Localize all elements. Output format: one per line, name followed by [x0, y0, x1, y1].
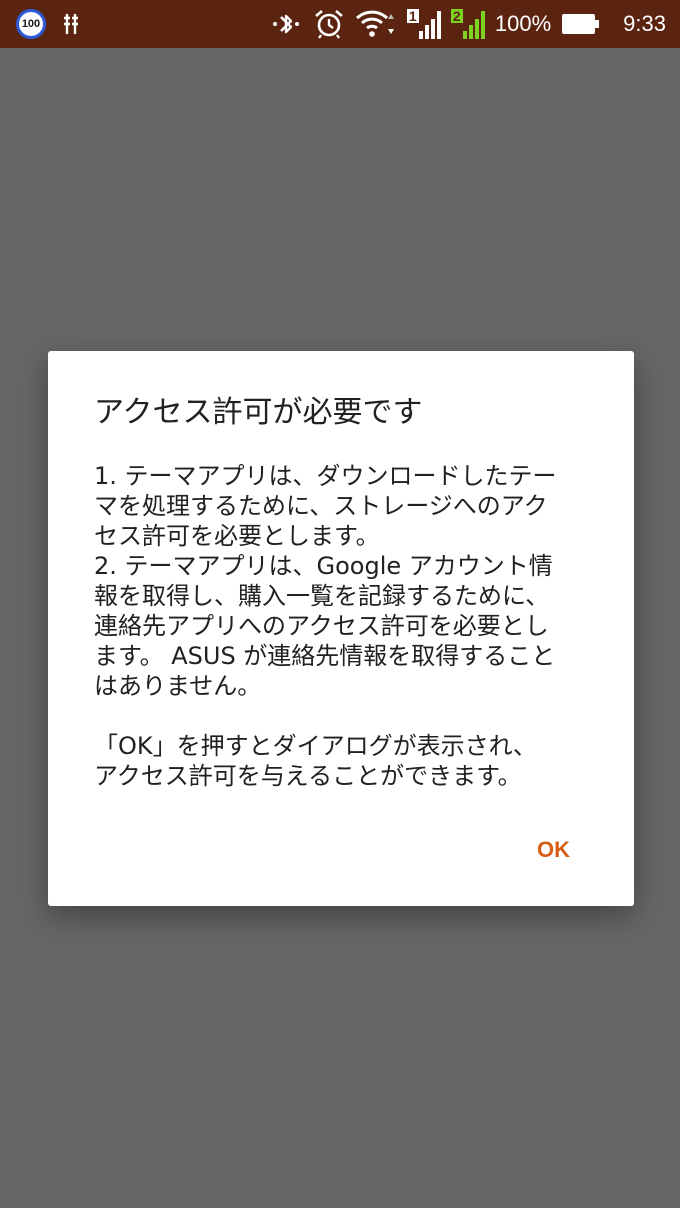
battery-percentage: 100% [494, 11, 552, 36]
clock: 9:33 [623, 11, 666, 36]
dialog-paragraph-permissions: 1. テーマアプリは、ダウンロードしたテー マを処理するために、ストレージへのア… [94, 462, 557, 700]
data-saver-badge: 100 [16, 9, 46, 39]
bluetooth-icon [269, 9, 303, 39]
alarm-icon [313, 8, 345, 40]
signal-sim2-icon: 2 [450, 7, 485, 41]
dialog-title: アクセス許可が必要です [94, 395, 423, 430]
ok-button[interactable]: OK [537, 837, 570, 863]
permission-dialog: アクセス許可が必要です 1. テーマアプリは、ダウンロードしたテー マを処理する… [48, 351, 634, 906]
sim1-label: 1 [408, 8, 417, 24]
battery-icon [561, 12, 601, 36]
sim2-label: 2 [452, 8, 461, 24]
dialog-paragraph-ok-hint: 「OK」を押すとダイアログが表示され、 アクセス許可を与えることができます。 [94, 732, 537, 790]
signal-sim1-icon: 1 [406, 7, 441, 41]
status-bar: 100 1 2 100% 9:33 [0, 0, 680, 48]
dialog-message: 1. テーマアプリは、ダウンロードしたテー マを処理するために、ストレージへのア… [94, 461, 594, 791]
wifi-icon [355, 9, 397, 39]
usb-debug-icon [62, 12, 80, 36]
